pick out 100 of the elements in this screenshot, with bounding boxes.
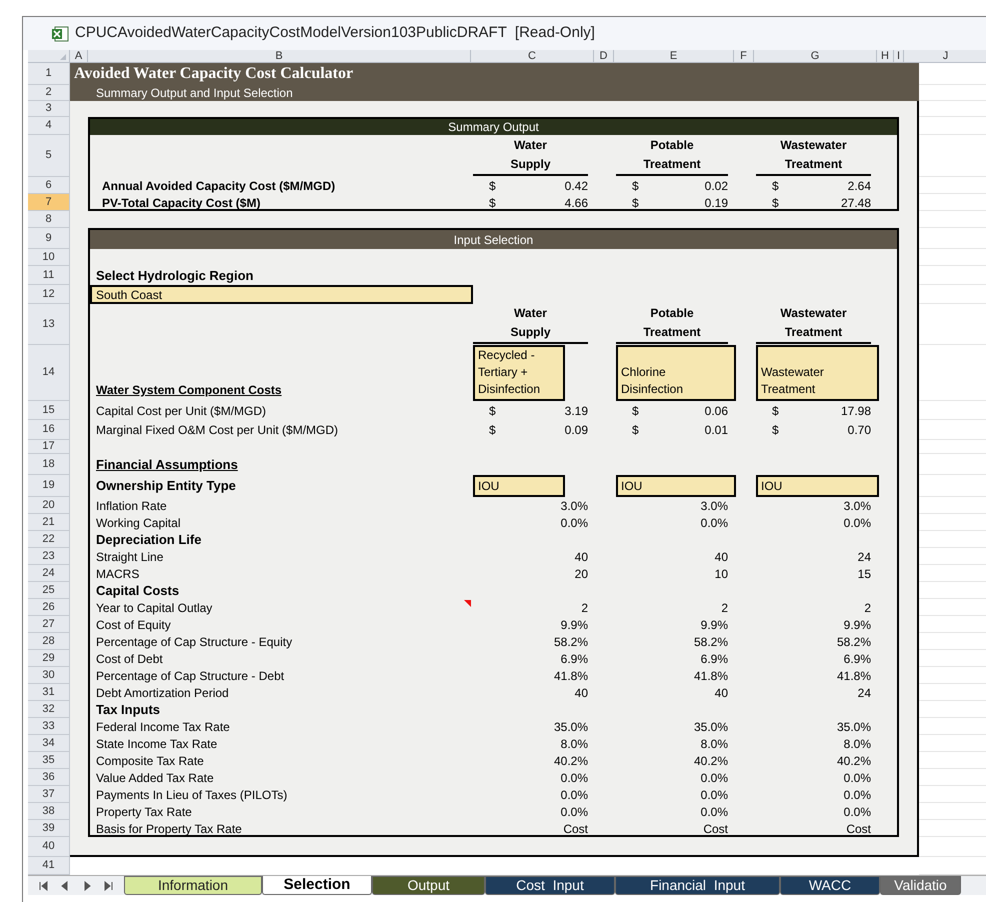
cell-value: 27.48 bbox=[840, 194, 871, 212]
cell-value: 2 bbox=[721, 600, 728, 616]
cell-value: 35.0% bbox=[836, 718, 871, 736]
row-header[interactable]: 14 bbox=[28, 345, 70, 401]
row-label: Federal Income Tax Rate bbox=[96, 718, 230, 736]
component-input[interactable]: Recycled - Tertiary + Disinfection bbox=[473, 345, 565, 401]
row-label: Capital Cost per Unit ($M/MGD) bbox=[96, 402, 266, 420]
sheet-tab[interactable]: Cost Input bbox=[485, 876, 615, 895]
row-header[interactable]: 34 bbox=[28, 735, 70, 752]
sheet-tab[interactable]: Selection bbox=[262, 876, 372, 895]
last-sheet-icon[interactable] bbox=[104, 880, 114, 890]
row-header[interactable]: 1 bbox=[28, 63, 70, 85]
row-label: Working Capital bbox=[96, 514, 180, 532]
cell-value: 0.02 bbox=[704, 178, 728, 194]
row-header[interactable]: 38 bbox=[28, 803, 70, 820]
row-header[interactable]: 33 bbox=[28, 718, 70, 735]
cell-value: 0.0% bbox=[844, 770, 871, 786]
row-header[interactable]: 5 bbox=[28, 135, 70, 177]
row-header[interactable]: 20 bbox=[28, 497, 70, 514]
row-header[interactable]: 26 bbox=[28, 599, 70, 616]
row-header[interactable]: 36 bbox=[28, 769, 70, 786]
row-header[interactable]: 8 bbox=[28, 211, 70, 228]
region-input[interactable]: South Coast bbox=[90, 285, 473, 304]
first-sheet-icon[interactable] bbox=[38, 880, 48, 890]
sheet-tab[interactable]: Validatio bbox=[880, 876, 961, 895]
column-header[interactable]: B bbox=[88, 50, 471, 62]
row-header[interactable]: 13 bbox=[28, 304, 70, 345]
column-header[interactable]: G bbox=[754, 50, 877, 62]
currency-symbol: $ bbox=[772, 402, 779, 420]
sheet-tab[interactable]: Information bbox=[124, 876, 262, 895]
ownership-input[interactable]: IOU bbox=[756, 475, 879, 497]
ownership-input[interactable]: IOU bbox=[616, 475, 736, 497]
row-header[interactable]: 12 bbox=[28, 285, 70, 304]
column-header[interactable]: A bbox=[70, 50, 88, 62]
row-header[interactable]: 41 bbox=[28, 857, 70, 875]
sheet-title: Avoided Water Capacity Cost Calculator bbox=[74, 64, 354, 84]
row-header[interactable]: 25 bbox=[28, 582, 70, 599]
cell-value: 40.2% bbox=[836, 752, 871, 770]
window-title: CPUCAvoidedWaterCapacityCostModelVersion103PublicDRAFT [Read-Only] bbox=[75, 23, 595, 44]
cell-value: 8.0% bbox=[844, 736, 871, 752]
row-label: Property Tax Rate bbox=[96, 804, 192, 820]
row-header[interactable]: 19 bbox=[28, 475, 70, 497]
column-heading: Potable bbox=[650, 137, 694, 154]
cell-value: 40 bbox=[714, 548, 728, 566]
row-header[interactable]: 29 bbox=[28, 650, 70, 667]
component-input[interactable]: Wastewater Treatment bbox=[756, 345, 879, 401]
section-label: Ownership Entity Type bbox=[96, 477, 236, 496]
row-header[interactable]: 22 bbox=[28, 531, 70, 548]
spreadsheet-icon bbox=[51, 26, 69, 42]
column-header[interactable]: D bbox=[594, 50, 614, 62]
cell-value: 0.0% bbox=[844, 804, 871, 820]
row-header[interactable]: 37 bbox=[28, 786, 70, 803]
row-header[interactable]: 18 bbox=[28, 454, 70, 475]
column-header[interactable]: C bbox=[471, 50, 594, 62]
cell-value: 6.9% bbox=[560, 650, 588, 668]
ownership-input[interactable]: IOU bbox=[473, 475, 565, 497]
cell-value: 24 bbox=[858, 548, 871, 566]
row-header[interactable]: 28 bbox=[28, 633, 70, 650]
row-header[interactable]: 40 bbox=[28, 837, 70, 857]
row-header[interactable]: 31 bbox=[28, 684, 70, 701]
next-sheet-icon[interactable] bbox=[82, 880, 92, 890]
row-header[interactable]: 2 bbox=[28, 85, 70, 101]
row-header[interactable]: 4 bbox=[28, 117, 70, 135]
row-header[interactable]: 10 bbox=[28, 249, 70, 266]
row-header[interactable]: 17 bbox=[28, 440, 70, 454]
section-title: Input Selection bbox=[454, 232, 534, 248]
currency-symbol: $ bbox=[772, 422, 779, 439]
cell-value: 0.0% bbox=[700, 770, 728, 786]
row-header[interactable]: 16 bbox=[28, 420, 70, 440]
component-input[interactable]: Chlorine Disinfection bbox=[616, 345, 736, 401]
cell-value: 2 bbox=[864, 600, 871, 616]
row-header[interactable]: 23 bbox=[28, 548, 70, 565]
currency-symbol: $ bbox=[772, 178, 779, 194]
row-header[interactable]: 7 bbox=[28, 194, 70, 211]
cell-value: 40 bbox=[714, 684, 728, 702]
sheet-tab[interactable]: Financial Input bbox=[615, 876, 780, 895]
column-header[interactable]: J bbox=[904, 50, 986, 62]
row-header[interactable]: 27 bbox=[28, 616, 70, 633]
section-heading: Water System Component Costs bbox=[96, 382, 282, 399]
row-header[interactable]: 35 bbox=[28, 752, 70, 769]
row-header[interactable]: 30 bbox=[28, 667, 70, 684]
column-heading: Water bbox=[514, 137, 547, 154]
sheet-tab[interactable]: WACC bbox=[780, 876, 880, 895]
row-header[interactable]: 9 bbox=[28, 228, 70, 249]
row-header[interactable]: 24 bbox=[28, 565, 70, 582]
previous-sheet-icon[interactable] bbox=[60, 880, 70, 890]
column-heading: Supply bbox=[473, 155, 588, 176]
column-header[interactable]: H bbox=[877, 50, 894, 62]
row-header[interactable]: 11 bbox=[28, 266, 70, 285]
column-header[interactable]: E bbox=[614, 50, 734, 62]
row-header[interactable]: 21 bbox=[28, 514, 70, 531]
row-header[interactable]: 32 bbox=[28, 701, 70, 718]
column-header[interactable]: F bbox=[734, 50, 754, 62]
row-header[interactable]: 6 bbox=[28, 177, 70, 194]
sheet-tab[interactable]: Output bbox=[372, 876, 485, 895]
cell-value: 40 bbox=[574, 548, 588, 566]
row-header[interactable]: 3 bbox=[28, 101, 70, 117]
column-header[interactable]: I bbox=[894, 50, 904, 62]
row-header[interactable]: 39 bbox=[28, 820, 70, 837]
row-header[interactable]: 15 bbox=[28, 401, 70, 420]
